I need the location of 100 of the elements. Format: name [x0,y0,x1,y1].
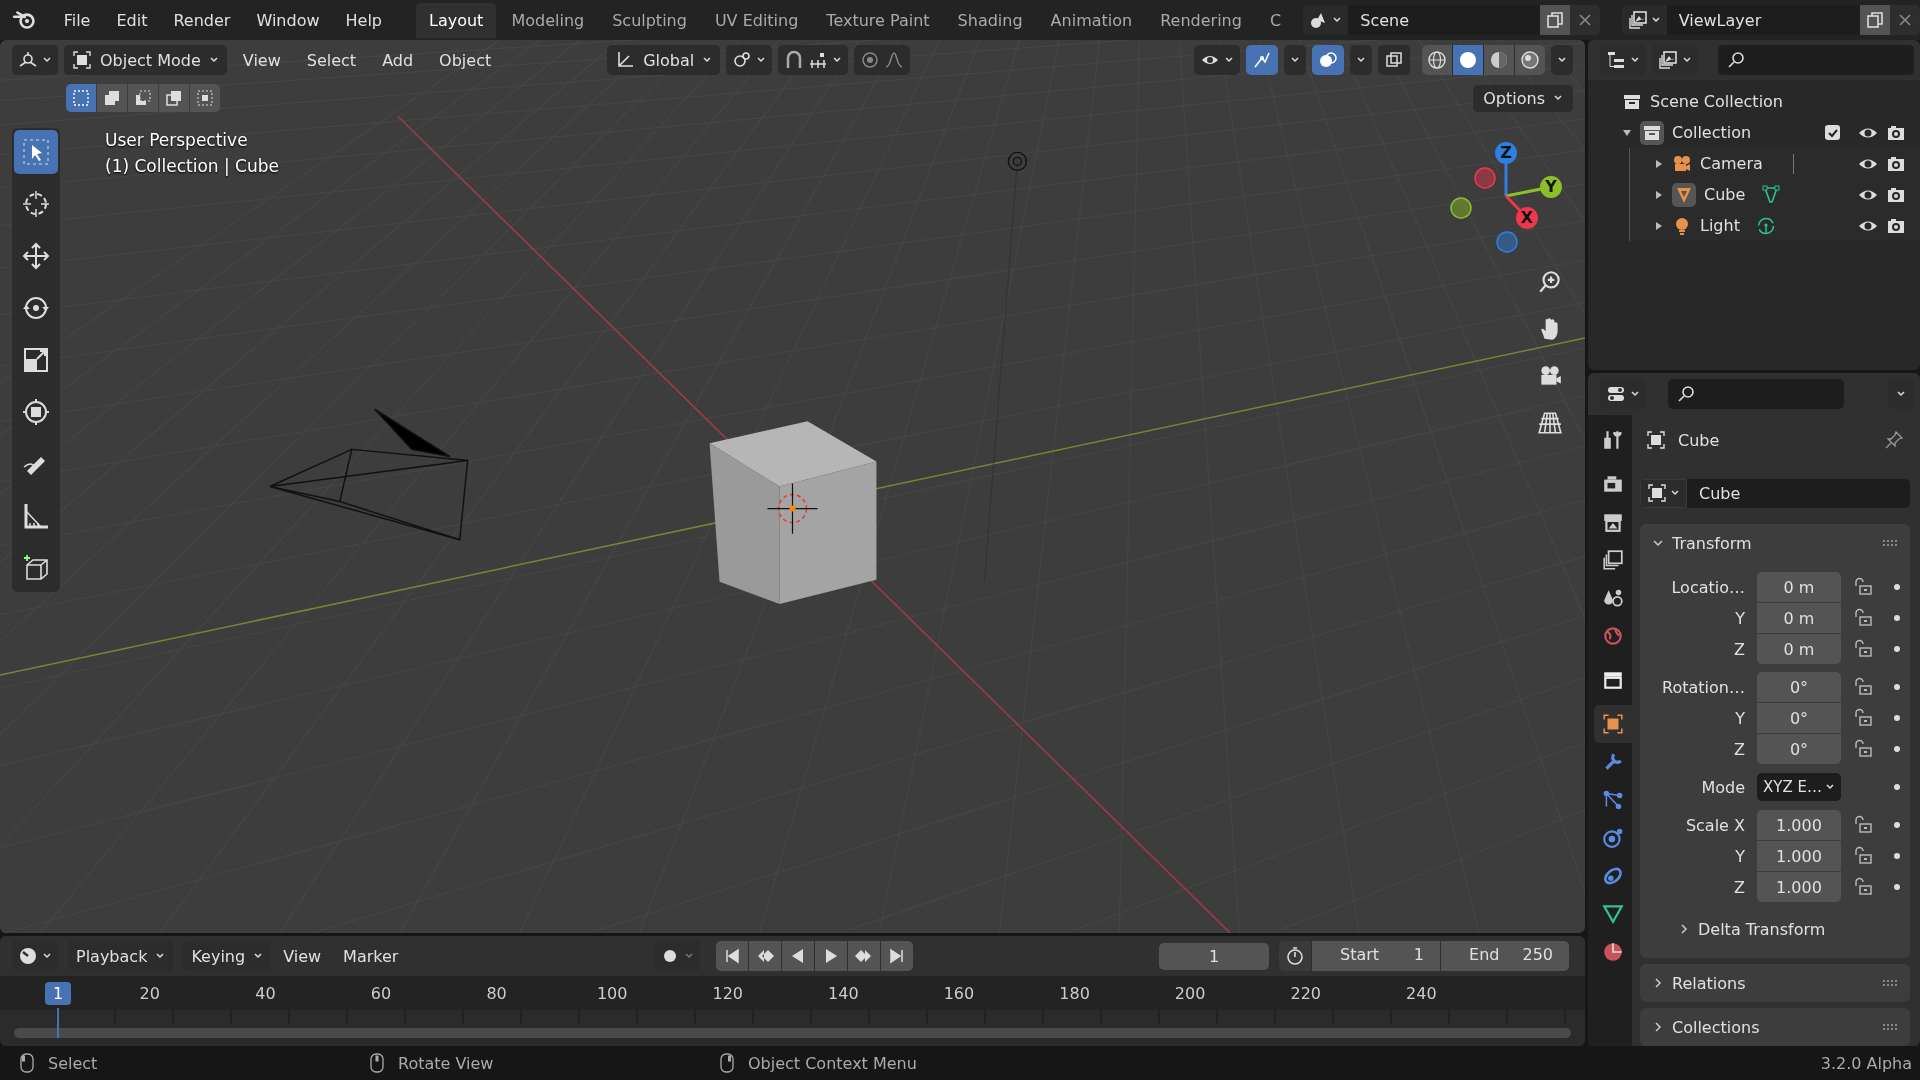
number-field[interactable]: 1.000 [1757,872,1841,902]
subpanel-header[interactable]: Delta Transform [1640,910,1910,948]
workspace-tab[interactable]: Rendering [1147,2,1255,38]
workspace-tab[interactable]: C [1256,2,1295,38]
jump-end-button[interactable] [881,941,914,971]
workspace-tab[interactable]: UV Editing [701,2,812,38]
number-field[interactable]: 0° [1757,672,1841,702]
editor-type-button[interactable] [1600,379,1646,409]
drag-grip-icon[interactable] [1882,979,1898,987]
negative-axis-handle[interactable] [1450,197,1472,219]
menu-item[interactable]: Add [372,46,424,74]
menu-item[interactable]: Render [161,4,243,36]
negative-axis-handle[interactable] [1474,167,1496,189]
workspace-tab[interactable]: Sculpting [599,2,700,38]
selection-mode-button[interactable] [190,84,220,112]
unlocked-padlock-icon[interactable] [1853,708,1873,728]
selection-mode-button[interactable] [66,84,96,112]
unlocked-padlock-icon[interactable] [1853,608,1873,628]
menu-item[interactable]: File [51,4,103,36]
exclude-checkbox[interactable] [1825,125,1840,140]
menu-item[interactable]: Help [333,4,394,36]
selection-mode-button[interactable] [97,84,127,112]
menu-dropdown[interactable]: Keying [183,941,272,971]
close-button[interactable] [1890,5,1920,35]
selection-mode-button[interactable] [128,84,158,112]
shading-mode-button[interactable] [1515,45,1545,75]
unlocked-padlock-icon[interactable] [1853,739,1873,759]
new-scene-button[interactable] [1539,5,1570,35]
options-dropdown[interactable] [1284,45,1306,75]
visibility-dropdown[interactable] [1194,45,1240,75]
unlocked-padlock-icon[interactable] [1853,877,1873,897]
tool-button[interactable] [14,130,58,174]
previous-keyframe-button[interactable] [749,941,782,971]
gizmo-toggle[interactable] [1246,45,1278,75]
view-layer-browse-button[interactable] [1621,5,1667,35]
display-mode-dropdown[interactable] [1600,45,1646,75]
end-frame-field[interactable]: End 250 [1441,941,1569,971]
number-field[interactable]: 0° [1757,703,1841,733]
drag-grip-icon[interactable] [1882,539,1898,547]
navigation-gizmo[interactable]: Z Y X [1445,135,1570,260]
proportional-edit-button[interactable] [854,45,911,75]
panel-header[interactable]: Relations [1640,964,1910,1002]
play-reverse-button[interactable] [782,941,815,971]
xray-toggle[interactable] [1378,45,1410,75]
keyframe-dot-icon[interactable] [1893,852,1901,860]
keyframe-dot-icon[interactable] [1893,821,1901,829]
menu-dropdown[interactable]: Playback [68,941,174,971]
menu-item[interactable]: Edit [104,4,160,36]
workspace-tab[interactable]: Modeling [498,2,598,38]
workspace-tab[interactable]: Shading [944,2,1036,38]
workspace-tab[interactable]: Layout [416,2,497,38]
unlocked-padlock-icon[interactable] [1853,815,1873,835]
panel-header[interactable]: Collections [1640,1008,1910,1046]
keyframe-dot-icon[interactable] [1893,745,1901,753]
unlocked-padlock-icon[interactable] [1853,846,1873,866]
filter-dropdown[interactable] [1652,45,1698,75]
mode-dropdown[interactable]: XYZ E… [1757,773,1841,801]
keyframe-dot-icon[interactable] [1893,714,1901,722]
start-frame-field[interactable]: Start 1 [1312,941,1440,971]
keyframe-dot-icon[interactable] [1893,645,1901,653]
options-dropdown[interactable] [1888,379,1914,409]
object-browse-button[interactable] [1640,478,1687,508]
pin-icon[interactable] [1884,430,1904,451]
menu-item[interactable]: View [273,942,332,970]
number-field[interactable]: 0° [1757,734,1841,764]
new-view-layer-button[interactable] [1860,5,1890,35]
menu-item[interactable]: Select [296,46,367,74]
keyframe-dot-icon[interactable] [1893,883,1901,891]
keyframe-dot-icon[interactable] [1893,583,1901,591]
axis-handle[interactable]: Y [1540,176,1562,198]
close-button[interactable] [1569,5,1600,35]
unlocked-padlock-icon[interactable] [1853,639,1873,659]
keyframe-dot-icon[interactable] [1893,783,1901,791]
panel-header[interactable]: Transform [1640,524,1910,562]
search-field[interactable] [1718,45,1914,75]
shading-mode-button[interactable] [1453,45,1483,75]
collapsed-arrow-icon[interactable] [1654,189,1664,200]
options-dropdown[interactable] [1350,45,1372,75]
menu-item[interactable]: Marker [333,942,409,970]
number-field[interactable]: 0 m [1757,572,1841,602]
auto-keying-button[interactable] [654,941,701,971]
scene-browse-button[interactable] [1303,5,1349,35]
horizontal-scrollbar[interactable] [14,1028,1571,1038]
number-field[interactable]: 1.000 [1757,810,1841,840]
unlocked-padlock-icon[interactable] [1853,577,1873,597]
selection-mode-button[interactable] [159,84,189,112]
mesh-data-icon[interactable] [1761,184,1782,205]
tree-item-label[interactable]: Light [1700,216,1740,235]
play-button[interactable] [815,941,848,971]
pivot-dropdown[interactable] [726,45,773,75]
axis-handle[interactable]: Z [1495,142,1517,164]
tree-item-label[interactable]: Scene Collection [1650,92,1783,111]
mode-dropdown[interactable]: Object Mode [64,45,227,75]
object-name-field[interactable]: Cube [1687,478,1910,508]
number-field[interactable]: 0 m [1757,603,1841,633]
drag-grip-icon[interactable] [1882,1023,1898,1031]
orientation-dropdown[interactable]: Global [607,45,721,75]
overlay-toggle[interactable] [1312,45,1344,75]
collapsed-arrow-icon[interactable] [1654,220,1664,231]
menu-item[interactable]: Window [244,4,332,36]
